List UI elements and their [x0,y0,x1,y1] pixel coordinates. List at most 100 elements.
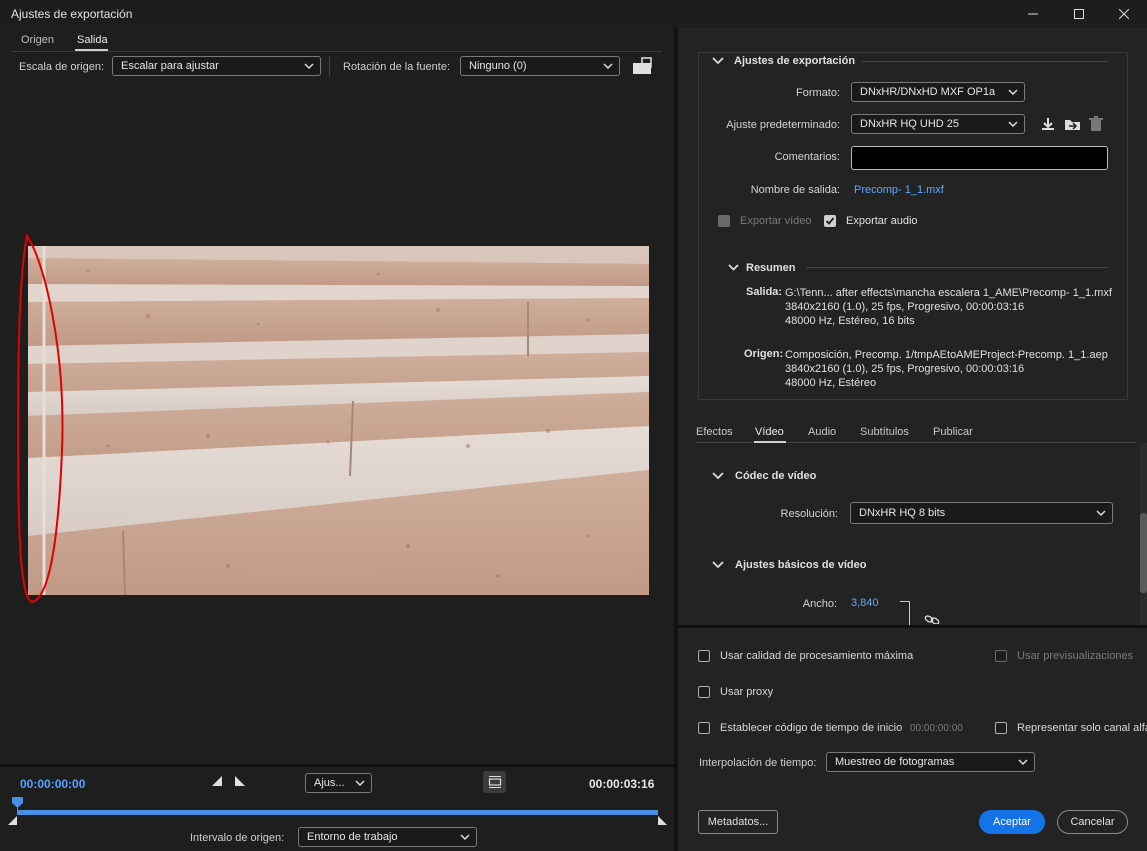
in-point-handle[interactable] [8,816,17,828]
tab-publicar[interactable]: Publicar [933,426,973,438]
aspect-icon [633,57,652,74]
tab-efectos[interactable]: Efectos [696,426,733,438]
preset-dropdown[interactable]: DNxHR HQ UHD 25 [851,114,1025,134]
time-interp-dropdown[interactable]: Muestreo de fotogramas [826,752,1035,772]
playhead-icon [12,797,23,813]
rotation-value: Ninguno (0) [469,60,527,72]
summary-output-label: Salida: [746,286,783,298]
out-point-handle[interactable] [658,816,667,828]
chevron-down-icon [712,57,724,65]
basic-video-collapse[interactable] [712,560,724,573]
max-quality-checkbox[interactable] [698,650,710,662]
accept-button[interactable]: Aceptar [979,810,1045,834]
summary-source-line: Composición, Precomp. 1/tmpAEtoAMEProjec… [785,349,1108,361]
window-title: Ajustes de exportación [11,7,133,21]
zoom-value: Ajus... [314,777,345,789]
settings-scroll-thumb[interactable] [1140,513,1147,593]
aspect-bracket [900,601,910,626]
close-icon [1119,9,1129,19]
preview-image [28,246,649,595]
width-label: Ancho: [802,598,837,610]
tab-subtitulos[interactable]: Subtítulos [860,426,909,438]
pane-splitter[interactable] [674,28,678,851]
export-video-label: Exportar vídeo [740,215,812,227]
alpha-only-label: Representar solo canal alfa [1017,722,1147,734]
source-range-dropdown[interactable]: Entorno de trabajo [298,827,477,847]
zoom-dropdown[interactable]: Ajus... [305,773,372,793]
chevron-down-icon [603,63,613,70]
tab-video[interactable]: Vídeo [755,426,784,438]
output-name-link[interactable]: Precomp- 1_1.mxf [854,184,944,196]
export-audio-checkbox[interactable] [824,215,836,227]
save-preset-button[interactable] [1040,116,1056,135]
mark-in-button[interactable] [212,776,222,789]
mark-out-icon [235,776,245,786]
rotation-dropdown[interactable]: Ninguno (0) [460,56,620,76]
resolution-value: DNxHR HQ 8 bits [859,507,946,519]
options-divider [678,625,1147,628]
basic-video-header: Ajustes básicos de vídeo [735,559,867,571]
playhead[interactable] [12,797,23,816]
export-settings-collapse[interactable] [712,56,724,69]
summary-output-details: G:\Tenn... after effects\mancha escalera… [785,286,1112,328]
output-name-label: Nombre de salida: [750,184,840,196]
maximize-button[interactable] [1056,0,1102,28]
resolution-dropdown[interactable]: DNxHR HQ 8 bits [850,502,1113,524]
tab-salida[interactable]: Salida [77,34,108,46]
use-proxy-label: Usar proxy [720,686,774,698]
folder-import-icon [1065,120,1080,130]
mark-out-button[interactable] [235,776,245,789]
set-timecode-checkbox[interactable] [698,722,710,734]
check-icon [825,217,835,225]
header-rule [862,61,1108,62]
source-scale-dropdown[interactable]: Escalar para ajustar [112,56,321,76]
comments-input[interactable] [851,146,1108,170]
title-bar: Ajustes de exportación [0,0,1147,28]
summary-output-line: G:\Tenn... after effects\mancha escalera… [785,287,1112,299]
summary-source-line: 48000 Hz, Estéreo [785,377,877,389]
chevron-down-icon [1018,759,1028,766]
tab-origen[interactable]: Origen [21,34,54,46]
metadata-button[interactable]: Metadatos... [698,810,778,834]
minimize-button[interactable] [1010,0,1056,28]
timecode-start[interactable]: 00:00:00:00 [20,777,85,791]
chevron-down-icon [1096,510,1106,517]
trash-icon [1089,116,1103,131]
timeline-bar[interactable] [17,810,658,815]
codec-collapse[interactable] [712,471,724,484]
summary-rule [806,267,1108,268]
resolution-label: Resolución: [780,508,838,520]
aspect-correction-icon [488,776,501,788]
time-interp-value: Muestreo de fotogramas [835,756,955,768]
tab-audio[interactable]: Audio [808,426,836,438]
use-previews-checkbox[interactable] [995,650,1007,662]
source-scale-value: Escalar para ajustar [121,60,219,72]
rotation-label: Rotación de la fuente: [343,61,451,73]
cancel-button[interactable]: Cancelar [1057,810,1128,834]
format-dropdown[interactable]: DNxHR/DNxHD MXF OP1a [851,82,1025,102]
import-preset-button[interactable] [1064,116,1081,135]
out-point-icon [658,816,667,825]
summary-output-line: 48000 Hz, Estéreo, 16 bits [785,315,915,327]
aspect-ratio-correction-button[interactable] [483,771,506,793]
delete-preset-button[interactable] [1089,116,1103,135]
set-timecode-value[interactable]: 00:00:00:00 [910,723,963,734]
source-range-value: Entorno de trabajo [307,831,398,843]
tab-divider [12,51,662,52]
use-proxy-checkbox[interactable] [698,686,710,698]
time-interp-label: Interpolación de tiempo: [699,757,817,769]
stairs-photo [28,246,649,595]
summary-collapse[interactable] [728,263,739,275]
format-value: DNxHR/DNxHD MXF OP1a [860,86,996,98]
width-value[interactable]: 3,840 [851,597,879,609]
export-video-checkbox[interactable] [718,215,730,227]
preset-value: DNxHR HQ UHD 25 [860,118,960,130]
chevron-down-icon [1008,89,1018,96]
chevron-down-icon [712,561,724,569]
alpha-only-checkbox[interactable] [995,722,1007,734]
summary-source-label: Origen: [744,348,784,360]
close-button[interactable] [1101,0,1147,28]
chain-link-icon [924,615,940,625]
export-settings-header: Ajustes de exportación [734,55,856,67]
crop-aspect-button[interactable] [632,57,652,75]
